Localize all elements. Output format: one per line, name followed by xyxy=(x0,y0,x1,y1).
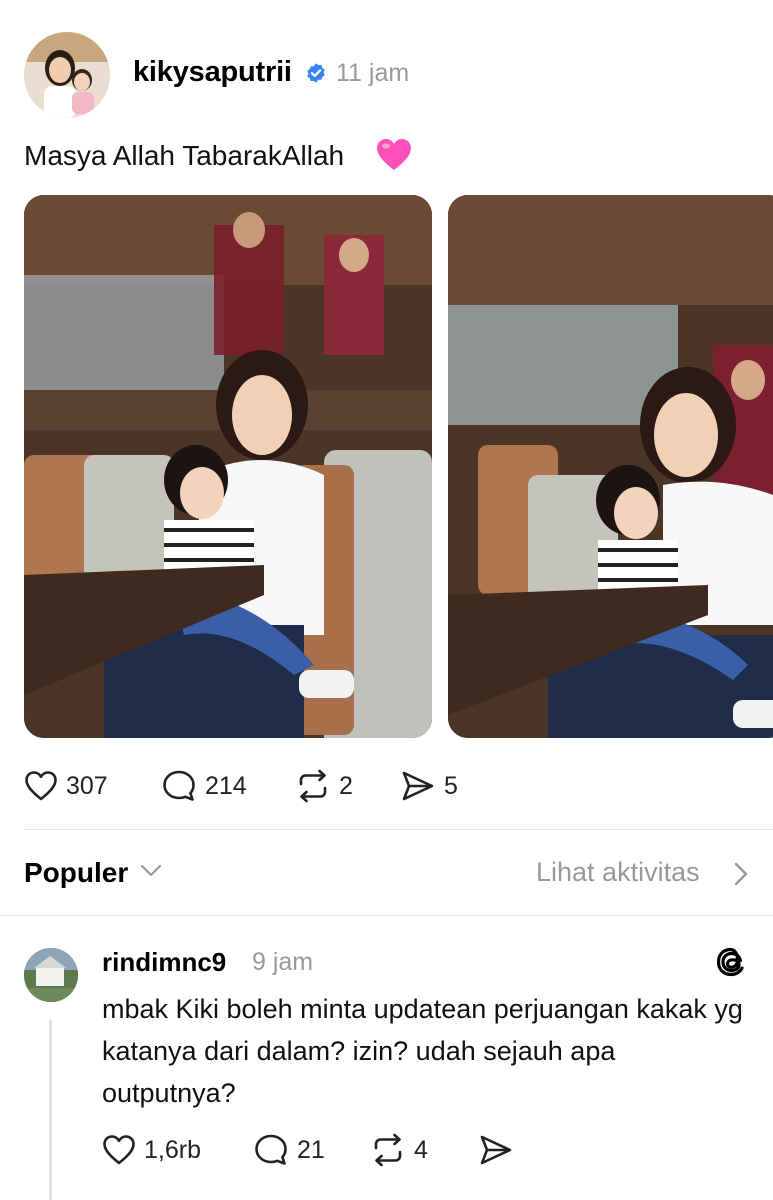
reply-share-button[interactable] xyxy=(478,1130,514,1170)
chevron-down-icon[interactable] xyxy=(140,864,162,878)
like-count: 307 xyxy=(66,771,108,800)
post-caption: Masya Allah TabarakAllah xyxy=(24,140,345,171)
reply-timestamp: 9 jam xyxy=(252,948,314,976)
reply-repost-count: 4 xyxy=(414,1135,428,1164)
comment-bubble-icon xyxy=(255,1134,287,1165)
send-icon xyxy=(480,1135,512,1165)
repost-icon xyxy=(374,1133,402,1167)
threads-logo-icon[interactable] xyxy=(714,944,748,980)
heart-icon xyxy=(25,771,57,801)
thread-line xyxy=(49,1020,52,1200)
reply-text: mbak Kiki boleh minta updatean perjuanga… xyxy=(102,994,743,1108)
reply-comment-count: 21 xyxy=(297,1135,325,1164)
reply-like-count: 1,6rb xyxy=(144,1135,201,1164)
repost-icon xyxy=(299,769,327,803)
reply-author-avatar[interactable] xyxy=(24,948,78,1002)
divider xyxy=(24,829,773,830)
view-activity-link[interactable]: Lihat aktivitas xyxy=(536,857,700,888)
reply-repost-button[interactable]: 4 xyxy=(370,1130,428,1170)
like-button[interactable]: 307 xyxy=(24,766,108,806)
share-count: 5 xyxy=(444,771,458,800)
pink-heart-emoji-icon xyxy=(377,139,411,170)
divider xyxy=(0,915,773,916)
repost-count: 2 xyxy=(339,771,353,800)
reply-username[interactable]: rindimnc9 xyxy=(102,947,226,978)
post-photo-2[interactable] xyxy=(448,195,773,738)
post-photo-1[interactable] xyxy=(24,195,432,738)
reply-like-button[interactable]: 1,6rb xyxy=(102,1130,201,1170)
send-icon xyxy=(402,771,434,801)
chevron-right-icon[interactable] xyxy=(734,862,748,886)
post-author-avatar[interactable] xyxy=(24,32,110,118)
post-username[interactable]: kikysaputrii xyxy=(133,56,292,89)
verified-badge-icon xyxy=(307,63,325,83)
comment-button[interactable]: 214 xyxy=(161,766,247,806)
repost-button[interactable]: 2 xyxy=(295,766,353,806)
share-button[interactable]: 5 xyxy=(400,766,458,806)
reply-comment-button[interactable]: 21 xyxy=(253,1130,325,1170)
post-timestamp: 11 jam xyxy=(336,59,410,87)
comment-count: 214 xyxy=(205,771,247,800)
comment-bubble-icon xyxy=(163,770,195,801)
sort-dropdown[interactable]: Populer xyxy=(24,857,128,889)
heart-icon xyxy=(103,1135,135,1165)
